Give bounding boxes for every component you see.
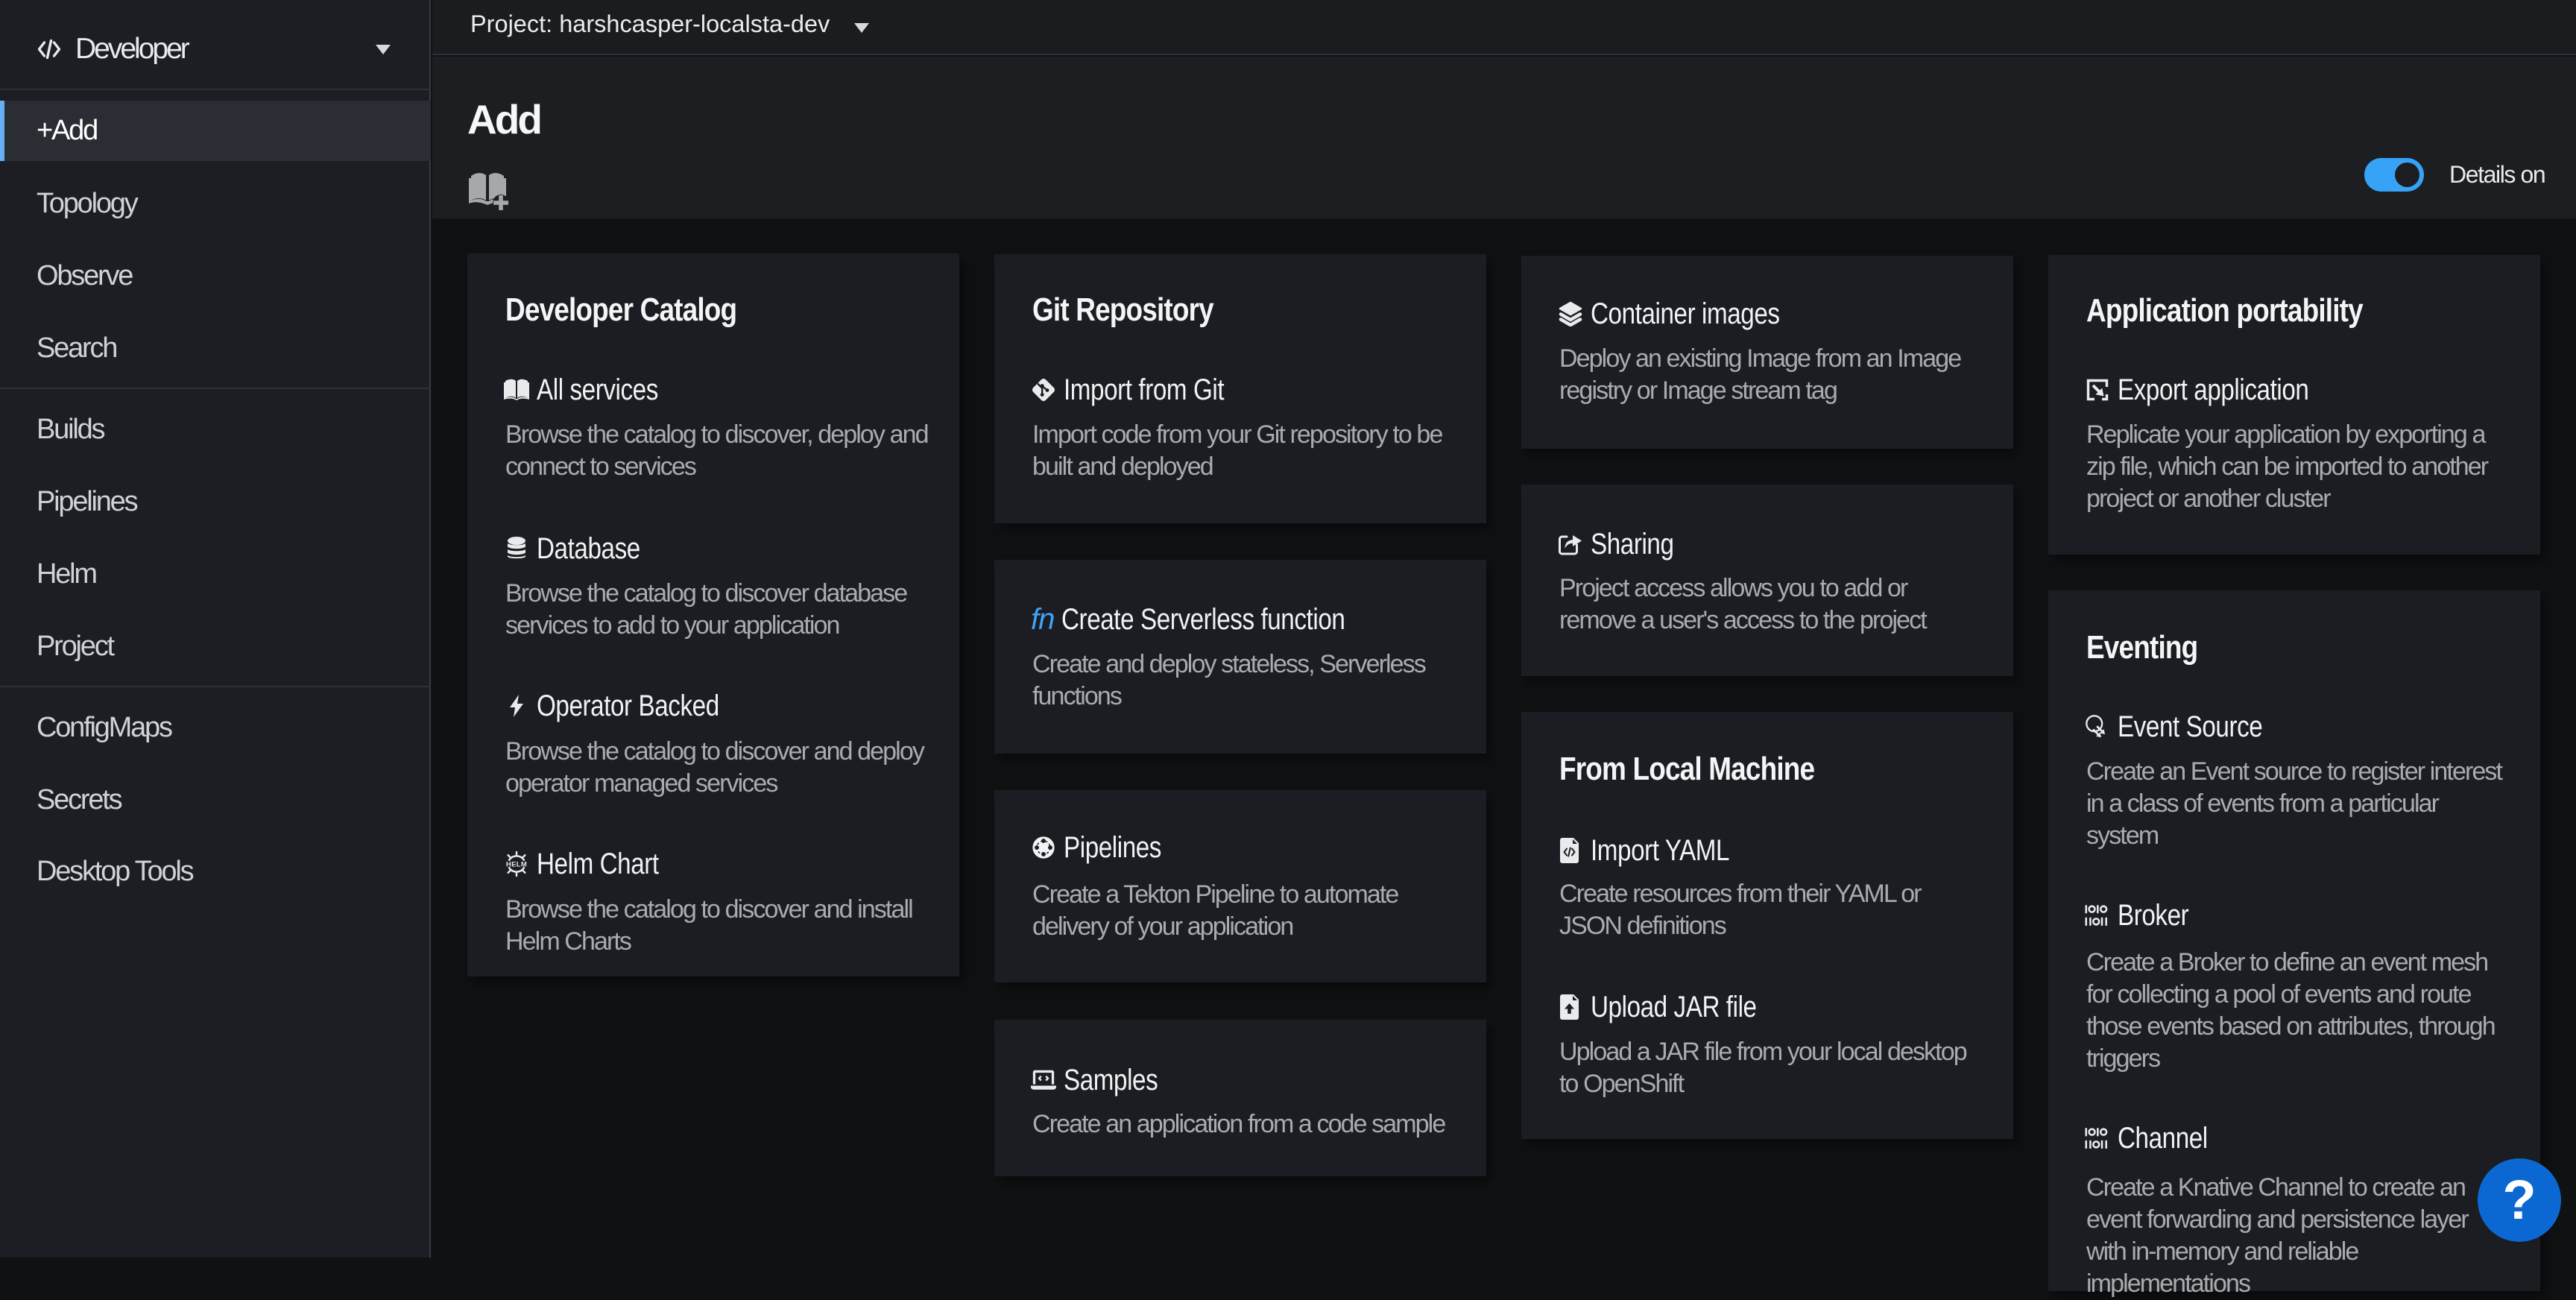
svg-text:HELM: HELM	[506, 860, 527, 868]
